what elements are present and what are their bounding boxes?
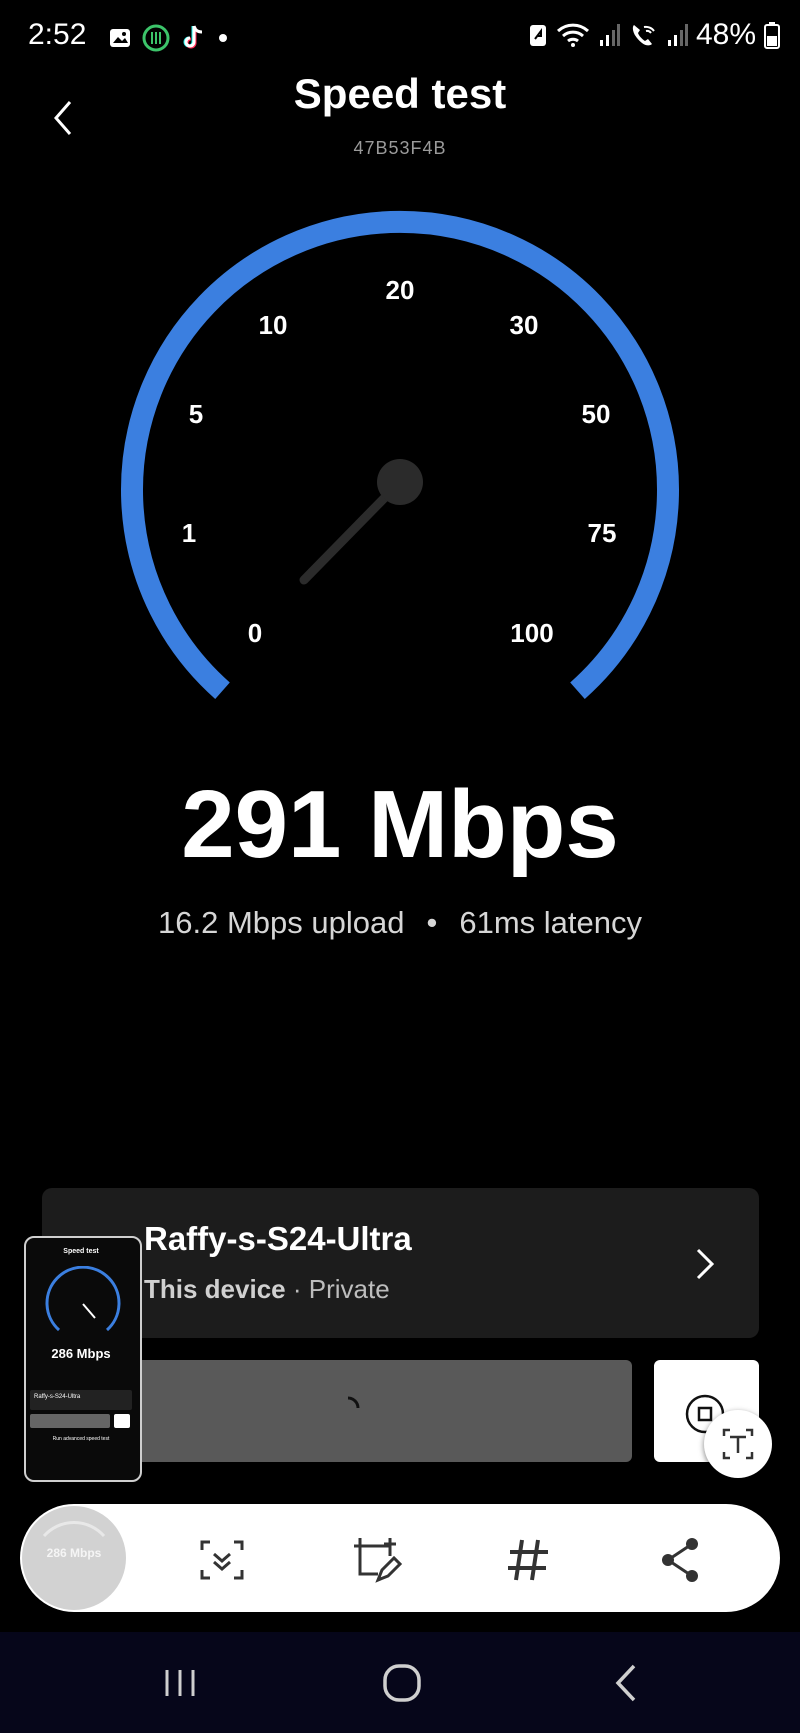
tick-label-1: 1 — [182, 518, 196, 548]
tick-label-5: 5 — [189, 399, 203, 429]
thumb-white-button — [114, 1414, 130, 1428]
status-bar: 2:52 48% — [0, 0, 800, 76]
share-icon[interactable] — [652, 1530, 712, 1590]
recents-icon[interactable] — [150, 1658, 210, 1708]
tiktok-icon — [183, 25, 203, 49]
tick-label-30: 30 — [510, 310, 539, 340]
hashtag-icon[interactable] — [498, 1530, 558, 1590]
thumb-device-card — [30, 1390, 132, 1410]
preview-speed: 286 Mbps — [46, 1546, 102, 1560]
tick-label-50: 50 — [582, 399, 611, 429]
device-visibility: Private — [308, 1274, 390, 1304]
status-time: 2:52 — [28, 18, 87, 51]
thumb-speed: 286 Mbps — [51, 1346, 111, 1361]
signal-icon — [599, 24, 620, 46]
battery-icon — [764, 22, 780, 49]
food-icon — [142, 24, 170, 52]
crop-edit-icon[interactable] — [346, 1530, 406, 1590]
tick-label-75: 75 — [588, 518, 617, 548]
system-icons: 48% — [528, 18, 780, 52]
toolbar-preview[interactable]: 286 Mbps — [22, 1506, 126, 1610]
thumb-gray-button — [30, 1414, 110, 1428]
page-subtitle: 47B53F4B — [353, 138, 447, 158]
notification-icons — [108, 22, 230, 54]
wifi-icon — [556, 23, 589, 47]
speed-gauge: 0 1 5 10 20 30 50 75 100 — [121, 210, 679, 699]
run-test-button[interactable] — [134, 1360, 632, 1462]
thumb-device-name: Raffy-s-S24-Ultra — [34, 1394, 81, 1400]
extract-text-button[interactable] — [704, 1410, 772, 1478]
home-icon[interactable] — [372, 1658, 432, 1708]
back-icon[interactable] — [598, 1658, 658, 1708]
device-name: Raffy-s-S24-Ultra — [144, 1220, 412, 1257]
thumb-gauge-icon — [45, 1266, 121, 1332]
tick-label-10: 10 — [259, 310, 288, 340]
latency: 61ms latency — [459, 905, 642, 940]
tick-label-0: 0 — [248, 618, 262, 648]
gallery-icon — [110, 29, 130, 47]
tick-label-100: 100 — [510, 618, 553, 648]
loading-spinner-icon — [347, 1396, 360, 1409]
signal-icon — [667, 24, 688, 46]
chevron-right-icon[interactable] — [690, 1244, 720, 1284]
upload-speed: 16.2 Mbps upload — [158, 905, 405, 940]
device-meta: This device · Private — [144, 1274, 390, 1305]
wifi-calling-icon — [632, 25, 655, 46]
screenshot-thumbnail[interactable]: Speed test 286 Mbps Raffy-s-S24-Ultra Ru… — [24, 1236, 142, 1482]
thumb-title: Speed test — [63, 1248, 99, 1255]
scroll-capture-icon[interactable] — [192, 1530, 252, 1590]
download-speed: 291 Mbps — [181, 771, 619, 878]
secondary-stats: 16.2 Mbps upload • 61ms latency — [0, 905, 800, 941]
page-title: Speed test — [293, 70, 507, 117]
text-scan-icon — [722, 1428, 754, 1460]
gauge-hub — [377, 459, 423, 505]
stats-separator: • — [426, 905, 438, 940]
battery-saver-icon — [529, 25, 546, 46]
device-label: This device — [144, 1274, 286, 1304]
battery-percent: 48% — [695, 18, 756, 51]
dot-icon — [219, 34, 227, 42]
thumb-advanced-link: Run advanced speed test — [52, 1436, 110, 1442]
device-meta-separator: · — [285, 1274, 309, 1304]
tick-label-20: 20 — [386, 275, 415, 305]
device-card[interactable] — [42, 1188, 759, 1338]
